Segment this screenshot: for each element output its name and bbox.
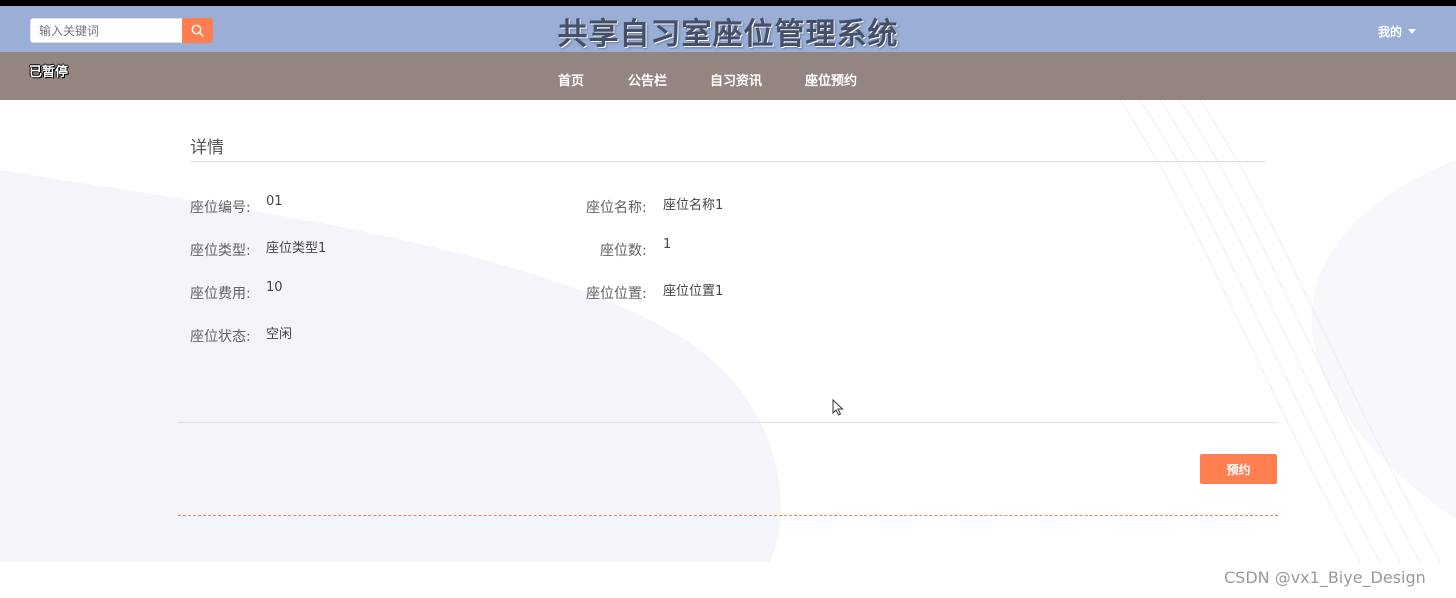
field-value: 座位类型1 (266, 241, 327, 256)
field-value: 空闲 (266, 327, 293, 342)
search-box (30, 18, 213, 43)
user-menu-label: 我的 (1378, 25, 1403, 39)
field-seat-count: 座位数: 1 (600, 237, 671, 260)
field-label: 座位位置: (586, 286, 647, 302)
nav-item-study-news[interactable]: 自习资讯 (710, 70, 762, 89)
nav-item-notice-board[interactable]: 公告栏 (628, 70, 667, 89)
header-bar: 共享自习室座位管理系统 我的 (0, 6, 1456, 52)
caret-down-icon (1408, 29, 1417, 34)
watermark: CSDN @vx1_Biye_Design (1224, 568, 1426, 587)
search-button[interactable] (182, 18, 213, 43)
title-divider (190, 161, 1266, 162)
field-label: 座位状态: (190, 329, 251, 345)
detail-title: 详情 (190, 138, 224, 158)
field-value: 10 (266, 280, 283, 295)
nav-item-seat-reservation[interactable]: 座位预约 (805, 70, 857, 89)
field-value: 座位名称1 (663, 198, 724, 213)
search-icon (191, 24, 204, 37)
field-value: 01 (266, 194, 283, 209)
search-input[interactable] (30, 18, 182, 43)
field-value: 座位位置1 (663, 284, 724, 299)
reserve-button[interactable]: 预约 (1200, 454, 1277, 484)
dashed-divider (178, 515, 1278, 516)
field-label: 座位类型: (190, 243, 251, 259)
main-nav: 已暂停 首页 公告栏 自习资讯 座位预约 (0, 52, 1456, 100)
music-status-text: 已暂停 (29, 65, 69, 80)
action-divider (178, 422, 1278, 423)
field-seat-name: 座位名称: 座位名称1 (586, 197, 723, 217)
field-seat-location: 座位位置: 座位位置1 (586, 283, 723, 303)
mouse-cursor-icon (832, 399, 844, 416)
field-seat-fee: 座位费用: 10 (190, 280, 283, 303)
field-value: 1 (663, 237, 672, 252)
field-label: 座位编号: (190, 200, 251, 216)
field-seat-type: 座位类型: 座位类型1 (190, 240, 326, 260)
detail-panel: 详情 座位编号: 01 座位名称: 座位名称1 座位类型: 座位类型1 座位数:… (178, 100, 1278, 560)
field-label: 座位数: (600, 243, 647, 259)
user-menu[interactable]: 我的 (1378, 23, 1417, 40)
field-label: 座位费用: (190, 286, 251, 302)
nav-item-home[interactable]: 首页 (558, 70, 584, 89)
field-seat-status: 座位状态: 空闲 (190, 326, 292, 346)
field-seat-number: 座位编号: 01 (190, 194, 283, 217)
field-label: 座位名称: (586, 200, 647, 216)
site-title: 共享自习室座位管理系统 (557, 17, 899, 52)
